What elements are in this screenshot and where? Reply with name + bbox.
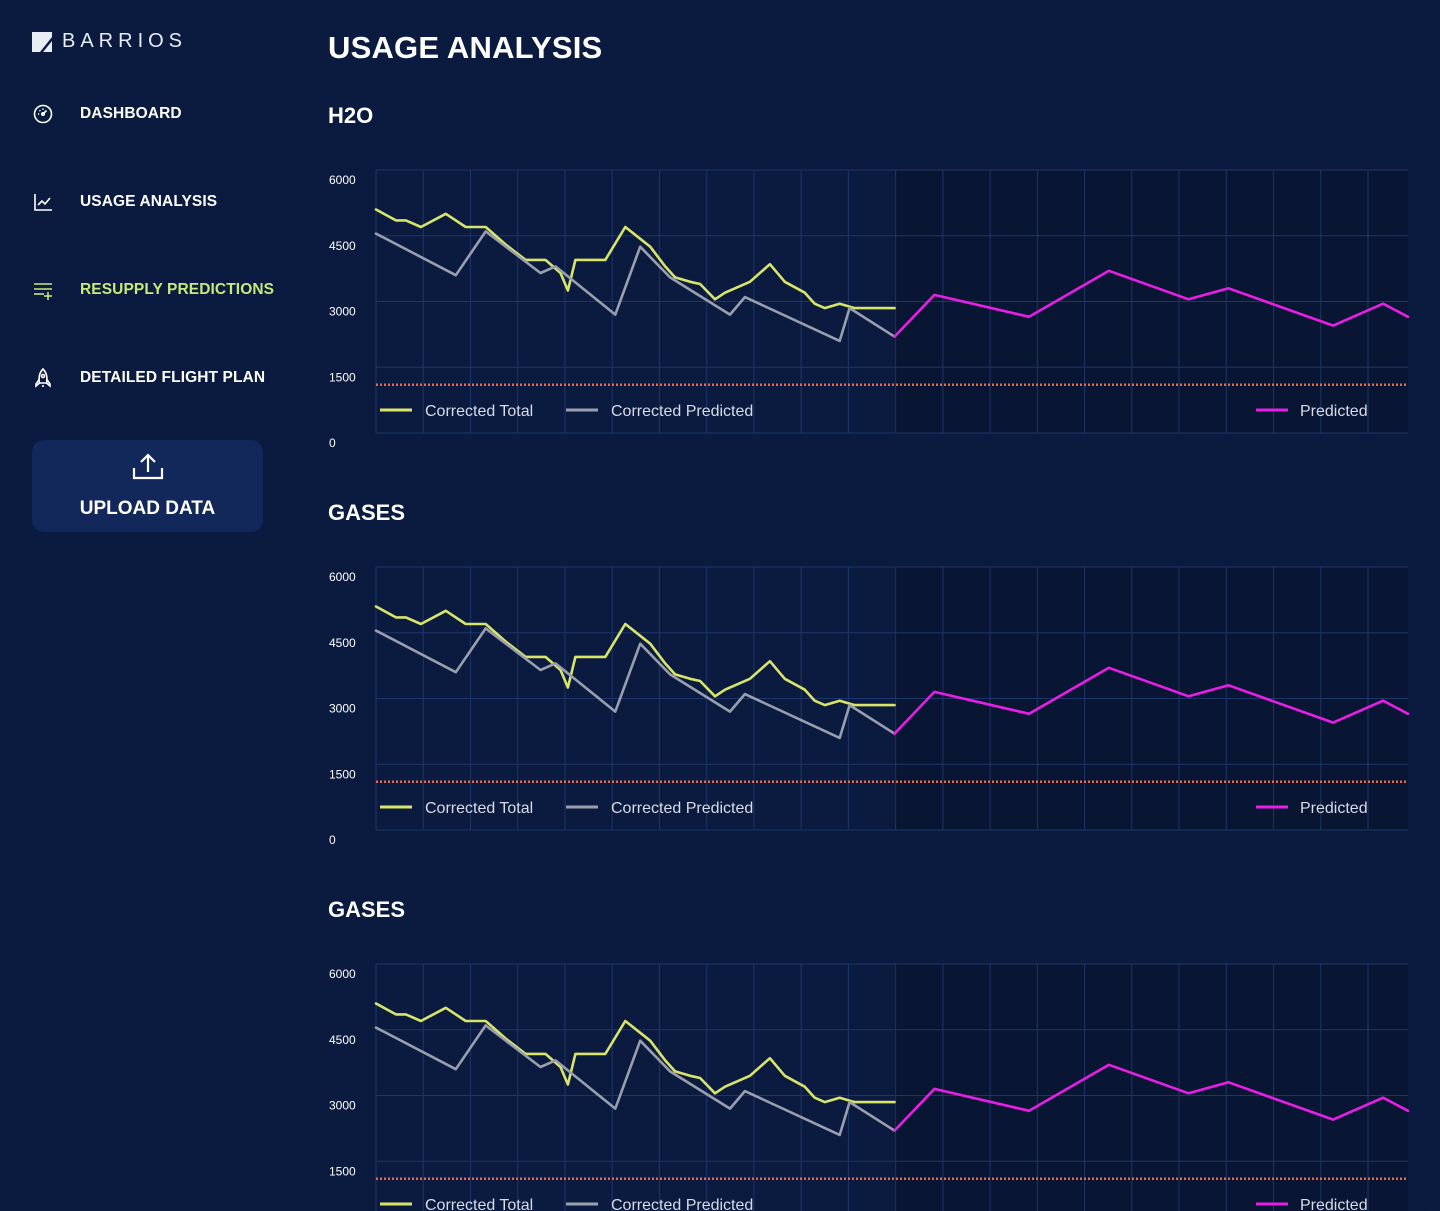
y-tick-label: 0 bbox=[329, 436, 336, 450]
y-tick-label: 1500 bbox=[329, 1164, 356, 1178]
chart-svg: 60004500300015000Corrected TotalCorrecte… bbox=[329, 963, 1410, 1211]
series-line-corrected-predicted bbox=[374, 627, 896, 740]
nav-label-resupply-predictions: RESUPPLY PREDICTIONS bbox=[80, 281, 275, 298]
chart-svg: 6000 4500 3000 1500 0 Corrected Total Correcte… bbox=[329, 566, 1410, 847]
section-title-gases: GASES bbox=[328, 500, 406, 525]
nav-label-dashboard: DASHBOARD bbox=[80, 105, 182, 122]
y-tick-label: 4500 bbox=[329, 1033, 356, 1047]
chart-gases-2: 60004500300015000Corrected TotalCorrecte… bbox=[328, 961, 1440, 1211]
section-title-gases-2: GASES bbox=[328, 897, 406, 922]
y-tick-label: 6000 bbox=[329, 570, 356, 584]
app-window: BARRIOS DASHBOARD USAGE ANALYSIS RESUPPL… bbox=[0, 0, 1440, 1211]
y-tick-label: 1500 bbox=[329, 767, 356, 781]
y-tick-label: 6000 bbox=[329, 173, 356, 187]
rocket-icon bbox=[32, 367, 54, 389]
legend-label: Predicted bbox=[1300, 800, 1368, 817]
y-tick-label: 4500 bbox=[329, 636, 356, 650]
nav-item-dashboard[interactable]: DASHBOARD bbox=[32, 103, 182, 125]
legend-label: Corrected Total bbox=[425, 1197, 533, 1211]
main-content: USAGE ANALYSIS H2O 6000 4500 3000 1500 0 Corr… bbox=[328, 0, 1440, 1211]
nav-item-usage-analysis[interactable]: USAGE ANALYSIS bbox=[32, 191, 217, 213]
y-tick-label: 4500 bbox=[329, 239, 356, 253]
y-tick-label: 3000 bbox=[329, 305, 356, 319]
line-chart-icon bbox=[32, 191, 54, 213]
chart-svg: 6000 4500 3000 1500 0 Corrected Total Correcte… bbox=[329, 169, 1410, 450]
gauge-icon bbox=[32, 103, 54, 125]
brand-name: BARRIOS bbox=[62, 30, 188, 52]
upload-data-button[interactable]: UPLOAD DATA bbox=[32, 440, 263, 532]
series-line-corrected-predicted bbox=[374, 230, 896, 343]
series-line-corrected-predicted bbox=[374, 1024, 896, 1137]
y-tick-label: 1500 bbox=[329, 370, 356, 384]
nav-item-detailed-flight-plan[interactable]: DETAILED FLIGHT PLAN bbox=[32, 367, 265, 389]
nav-item-resupply-predictions[interactable]: RESUPPLY PREDICTIONS bbox=[32, 279, 274, 301]
legend-label: Predicted bbox=[1300, 403, 1368, 420]
upload-data-label: UPLOAD DATA bbox=[79, 498, 216, 519]
legend-label: Corrected Total bbox=[425, 403, 533, 420]
list-add-icon bbox=[32, 279, 54, 301]
nav-label-detailed-flight-plan: DETAILED FLIGHT PLAN bbox=[80, 369, 266, 386]
brand-logo[interactable]: BARRIOS bbox=[32, 30, 187, 53]
sidebar: BARRIOS DASHBOARD USAGE ANALYSIS RESUPPL… bbox=[0, 0, 300, 1211]
nav-label-usage-analysis: USAGE ANALYSIS bbox=[80, 193, 218, 210]
legend-label: Corrected Predicted bbox=[611, 403, 753, 420]
chart-gases: 6000 4500 3000 1500 0 Corrected Total Correcte… bbox=[328, 564, 1440, 847]
y-tick-label: 0 bbox=[329, 833, 336, 847]
chart-h2o: 6000 4500 3000 1500 0 Corrected Total Correcte… bbox=[328, 167, 1440, 450]
y-tick-label: 3000 bbox=[329, 702, 356, 716]
section-title-h2o: H2O bbox=[328, 103, 374, 128]
legend-label: Predicted bbox=[1300, 1197, 1368, 1211]
y-tick-label: 6000 bbox=[329, 967, 356, 981]
forecast-region bbox=[894, 964, 1408, 1211]
legend-label: Corrected Total bbox=[425, 800, 533, 817]
legend-label: Corrected Predicted bbox=[611, 800, 753, 817]
upload-icon bbox=[132, 453, 164, 480]
legend-label: Corrected Predicted bbox=[611, 1197, 753, 1211]
y-tick-label: 3000 bbox=[329, 1099, 356, 1113]
logo-mark-icon bbox=[32, 31, 52, 52]
page-title: USAGE ANALYSIS bbox=[328, 30, 603, 65]
